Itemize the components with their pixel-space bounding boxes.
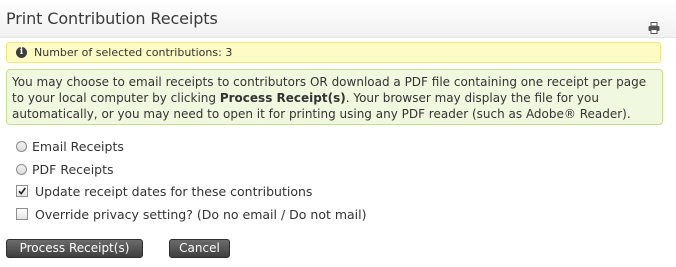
pdf-receipts-option[interactable]: PDF Receipts [16, 160, 114, 178]
update-receipt-dates-checkbox[interactable] [16, 185, 28, 197]
override-privacy-checkbox[interactable] [16, 208, 28, 220]
help-text-bold: Process Receipt(s) [219, 91, 346, 105]
help-message: You may choose to email receipts to cont… [6, 69, 663, 125]
process-receipts-button[interactable]: Process Receipt(s) [6, 239, 143, 258]
page-title: Print Contribution Receipts [6, 9, 218, 28]
checkmark-icon [18, 187, 26, 195]
status-text: Number of selected contributions: 3 [34, 46, 233, 59]
cancel-button[interactable]: Cancel [169, 239, 230, 258]
update-receipt-dates-option[interactable]: Update receipt dates for these contribut… [16, 182, 312, 200]
email-receipts-radio[interactable] [16, 140, 27, 152]
email-receipts-option[interactable]: Email Receipts [16, 137, 124, 155]
printer-icon[interactable] [648, 19, 660, 34]
status-message: i Number of selected contributions: 3 [6, 42, 661, 63]
override-privacy-option[interactable]: Override privacy setting? (Do no email /… [16, 205, 367, 223]
info-icon: i [16, 47, 27, 58]
update-receipt-dates-label: Update receipt dates for these contribut… [35, 183, 313, 199]
pdf-receipts-radio[interactable] [16, 163, 27, 175]
pdf-receipts-label: PDF Receipts [32, 161, 114, 177]
override-privacy-label: Override privacy setting? (Do no email /… [35, 206, 367, 222]
email-receipts-label: Email Receipts [32, 138, 124, 154]
page-header: Print Contribution Receipts [0, 0, 676, 38]
